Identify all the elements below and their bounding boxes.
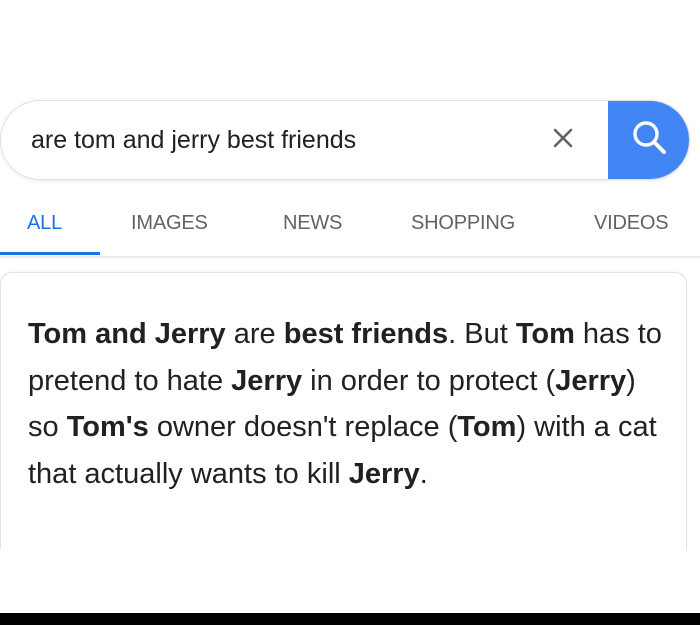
answer-bold-segment: Tom and Jerry — [28, 318, 226, 350]
tab-images[interactable]: IMAGES — [131, 212, 208, 235]
answer-bold-segment: best friends — [283, 318, 449, 350]
answer-bold-segment: Tom — [457, 411, 517, 443]
magnifier-icon — [630, 118, 670, 163]
search-bar[interactable]: are tom and jerry best friends — [0, 100, 690, 180]
answer-segment: are — [225, 318, 284, 350]
tab-shopping[interactable]: SHOPPING — [411, 212, 515, 235]
answer-bold-segment: Jerry — [555, 364, 627, 397]
answer-bold-segment: Jerry — [348, 457, 420, 490]
answer-segment: owner doesn't replace ( — [148, 411, 458, 443]
bottom-border — [0, 613, 700, 625]
active-tab-indicator — [0, 252, 100, 255]
tab-videos[interactable]: VIDEOS — [594, 212, 669, 235]
answer-bold-segment: Tom's — [66, 411, 149, 443]
answer-segment: . But — [448, 318, 516, 350]
tabs-divider — [0, 256, 700, 258]
close-icon — [552, 127, 574, 154]
search-tabs: ALL IMAGES NEWS SHOPPING VIDEOS — [0, 200, 700, 256]
answer-segment: . — [419, 457, 428, 490]
clear-search-button[interactable] — [541, 118, 585, 162]
answer-segment: in order to protect ( — [302, 364, 556, 397]
search-button[interactable] — [608, 101, 689, 179]
answer-text: Tom and Jerry are best friends. But Tom … — [28, 311, 668, 497]
search-input[interactable]: are tom and jerry best friends — [31, 101, 356, 179]
featured-answer-card: Tom and Jerry are best friends. But Tom … — [0, 272, 687, 550]
tab-all[interactable]: ALL — [27, 212, 62, 235]
answer-bold-segment: Jerry — [231, 364, 303, 397]
answer-bold-segment: Tom — [515, 318, 575, 350]
tab-news[interactable]: NEWS — [283, 212, 342, 235]
